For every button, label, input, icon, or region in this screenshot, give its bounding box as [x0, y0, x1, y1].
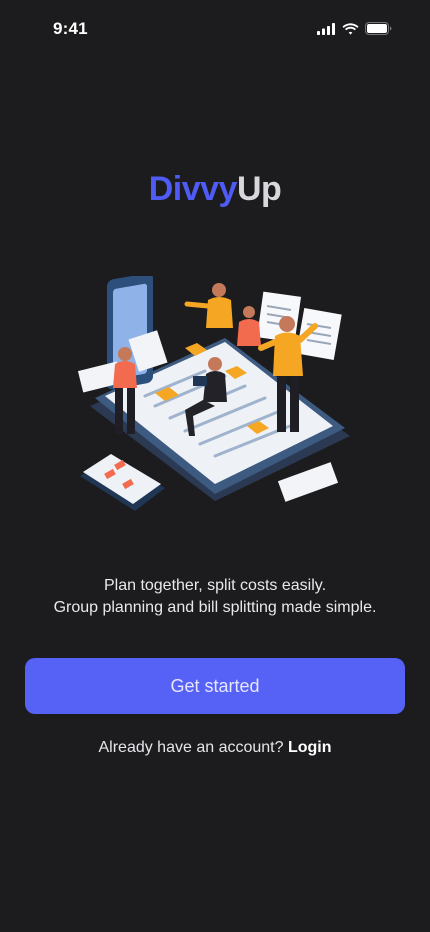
- wifi-icon: [342, 22, 359, 35]
- battery-icon: [365, 22, 392, 35]
- login-prompt-text: Already have an account?: [98, 739, 284, 756]
- get-started-button[interactable]: Get started: [25, 658, 405, 714]
- status-icons: [317, 22, 392, 35]
- status-time: 9:41: [53, 19, 88, 38]
- login-link[interactable]: Login: [288, 739, 332, 756]
- tagline-line-2: Group planning and bill splitting made s…: [53, 599, 377, 616]
- status-bar: 9:41: [0, 0, 430, 60]
- logo-text-up: Up: [236, 170, 282, 208]
- logo-text-divvy: Divvy: [148, 170, 238, 208]
- tagline-line-1: Plan together, split costs easily.: [103, 577, 327, 594]
- app-logo: DivvyUp: [0, 170, 430, 209]
- team-planning-illustration: [75, 273, 355, 526]
- cellular-signal-icon: [317, 22, 336, 35]
- login-prompt: Already have an account? Login: [0, 739, 430, 757]
- tagline: Plan together, split costs easily. Group…: [0, 575, 430, 619]
